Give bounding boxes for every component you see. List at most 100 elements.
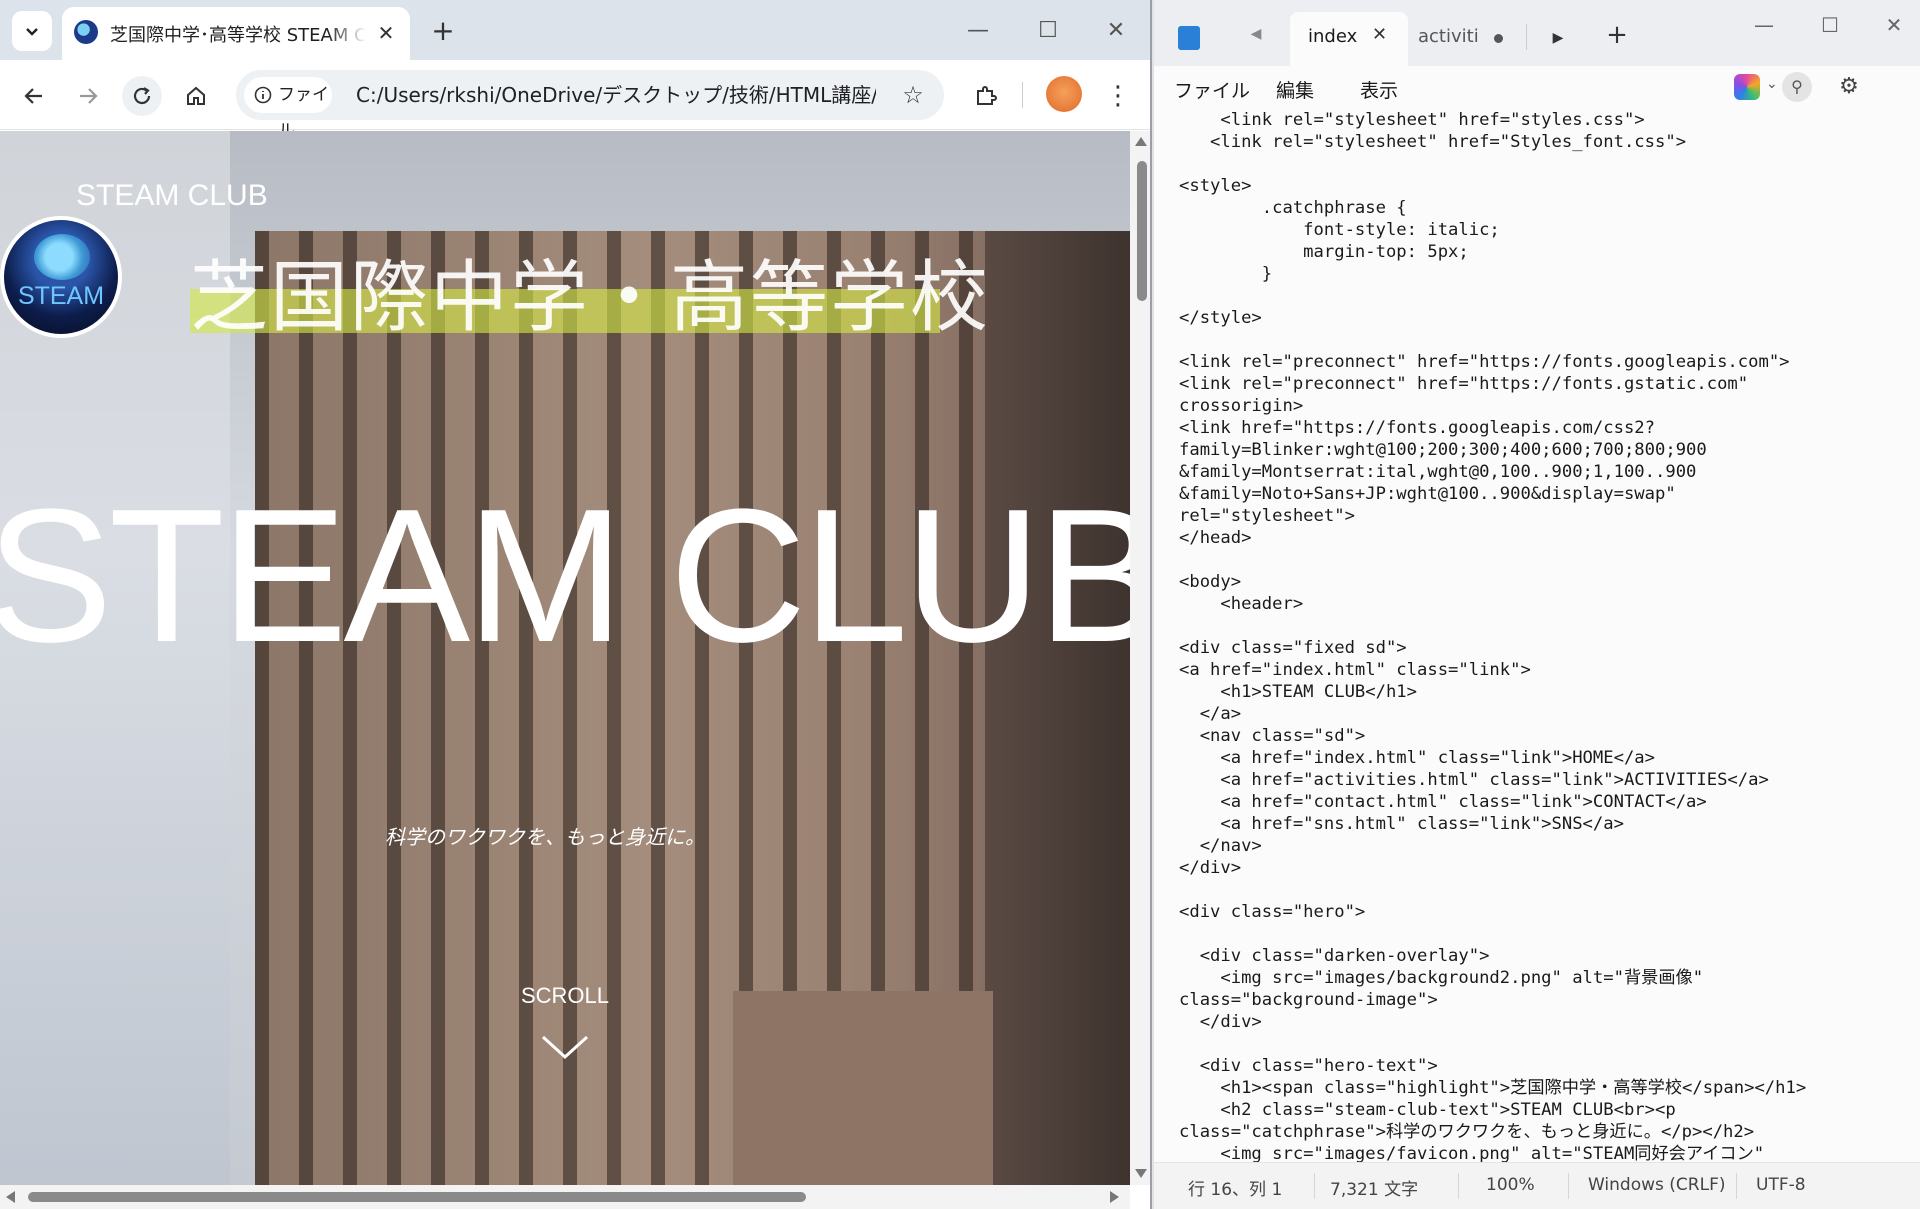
extensions-button[interactable] — [966, 76, 1006, 116]
code-line: <link rel="preconnect" href="https://fon… — [1179, 374, 1749, 394]
code-line: <div class="hero-text"> — [1179, 1056, 1438, 1076]
notepad-app-icon — [1178, 26, 1200, 50]
code-line: } — [1179, 264, 1273, 284]
tab-list-button[interactable] — [12, 11, 52, 51]
browser-window: 芝国際中学･高等学校 STEAM C ✕ + — ☐ ✕ ファイル C:/Use… — [0, 0, 1152, 1209]
vertical-scrollbar[interactable] — [1130, 131, 1150, 1185]
minimize-button[interactable]: — — [958, 14, 998, 48]
line-ending[interactable]: Windows (CRLF) — [1588, 1175, 1726, 1195]
horizontal-scrollbar[interactable] — [0, 1185, 1130, 1209]
tab-scroll-left-icon[interactable]: ◀ — [1244, 22, 1268, 46]
scroll-label[interactable]: SCROLL — [515, 983, 615, 1013]
code-line: <h2 class="steam-club-text">STEAM CLUB<b… — [1179, 1100, 1676, 1120]
code-text[interactable]: <link rel="stylesheet" href="styles.css"… — [1179, 112, 1919, 1162]
profile-avatar[interactable] — [1046, 76, 1082, 112]
code-line: </style> — [1179, 308, 1262, 328]
browser-tab-title: 芝国際中学･高等学校 STEAM C — [110, 25, 366, 46]
code-line: </div> — [1179, 858, 1242, 878]
close-tab-icon[interactable]: ✕ — [372, 19, 400, 47]
tab-divider — [1526, 24, 1527, 50]
close-icon[interactable]: ✕ — [1372, 24, 1387, 45]
maximize-button[interactable]: ☐ — [1810, 10, 1850, 40]
code-line: rel="stylesheet"> — [1179, 506, 1355, 526]
code-line: <a href="index.html" class="link">HOME</… — [1179, 748, 1655, 768]
notepad-tab-index[interactable]: index ✕ — [1290, 12, 1408, 66]
address-bar[interactable]: ファイル C:/Users/rkshi/OneDrive/デスクトップ/技術/H… — [236, 70, 944, 141]
copilot-icon[interactable] — [1734, 74, 1760, 100]
horizontal-scroll-thumb[interactable] — [28, 1192, 806, 1202]
back-button[interactable] — [14, 76, 54, 116]
url-text[interactable]: C:/Users/rkshi/OneDrive/デスクトップ/技術/HTML講座… — [356, 70, 876, 120]
code-line: </a> — [1179, 704, 1242, 724]
new-tab-button[interactable]: + — [1602, 20, 1632, 50]
code-line: class="background-image"> — [1179, 990, 1438, 1010]
maximize-button[interactable]: ☐ — [1028, 14, 1068, 48]
home-button[interactable] — [176, 76, 216, 116]
scroll-up-arrow-icon[interactable] — [1135, 137, 1147, 146]
reload-icon — [133, 87, 151, 105]
zoom-level[interactable]: 100% — [1486, 1175, 1535, 1195]
bookmark-star-icon[interactable]: ☆ — [896, 78, 930, 112]
site-info-chip[interactable]: ファイル — [244, 77, 332, 141]
code-line: <a href="activities.html" class="link">A… — [1179, 770, 1769, 790]
code-line: &family=Montserrat:ital,wght@0,100..900;… — [1179, 462, 1697, 482]
globe-icon — [34, 234, 90, 280]
home-icon — [187, 86, 205, 105]
status-divider — [1458, 1173, 1459, 1199]
code-line: <link href="https://fonts.googleapis.com… — [1179, 418, 1655, 438]
menu-edit[interactable]: 編集 — [1276, 76, 1314, 103]
browser-menu-button[interactable]: ⋮ — [1098, 76, 1138, 116]
scroll-left-arrow-icon[interactable] — [6, 1191, 15, 1203]
chevron-down-icon[interactable]: ⌄ — [1766, 76, 1778, 92]
building-right-face — [985, 231, 1130, 1185]
scroll-right-arrow-icon[interactable] — [1110, 1191, 1119, 1203]
code-line: class="catchphrase">科学のワクワクを、もっと身近に。</p>… — [1179, 1122, 1755, 1142]
code-editor[interactable]: <link rel="stylesheet" href="styles.css"… — [1154, 112, 1920, 1162]
reload-button[interactable] — [122, 76, 162, 116]
encoding[interactable]: UTF-8 — [1756, 1175, 1806, 1195]
menu-view[interactable]: 表示 — [1360, 76, 1398, 103]
code-line: <header> — [1179, 594, 1304, 614]
minimize-button[interactable]: — — [1744, 10, 1784, 40]
close-window-button[interactable]: ✕ — [1874, 10, 1914, 40]
code-line: <img src="images/background2.png" alt="背… — [1179, 968, 1704, 988]
scroll-down-arrow-icon[interactable] — [1135, 1169, 1147, 1178]
site-brand-link[interactable]: STEAM CLUB — [76, 179, 336, 219]
browser-tab-strip: 芝国際中学･高等学校 STEAM C ✕ + — ☐ ✕ — [0, 0, 1150, 60]
vertical-scroll-thumb[interactable] — [1137, 161, 1147, 301]
building-lower-block — [733, 991, 993, 1185]
code-line: <a href="sns.html" class="link">SNS</a> — [1179, 814, 1624, 834]
school-name-heading: 芝国際中学・高等学校 — [190, 253, 991, 343]
code-line: <nav class="sd"> — [1179, 726, 1366, 746]
back-arrow-icon — [24, 88, 42, 104]
code-line: <div class="hero"> — [1179, 902, 1366, 922]
close-window-button[interactable]: ✕ — [1096, 14, 1136, 48]
extensions-puzzle-icon — [977, 86, 997, 105]
notepad-tab-label: activiti — [1418, 26, 1479, 47]
code-line: <link rel="preconnect" href="https://fon… — [1179, 352, 1790, 372]
tab-scroll-right-icon[interactable]: ▶ — [1546, 26, 1570, 50]
gear-icon[interactable]: ⚙ — [1834, 72, 1864, 102]
account-icon[interactable]: ⚲ — [1782, 72, 1812, 102]
code-line: <link rel="stylesheet" href="Styles_font… — [1179, 132, 1687, 152]
status-divider — [1736, 1173, 1737, 1199]
chevron-down-icon[interactable] — [537, 1027, 593, 1067]
code-line: crossorigin> — [1179, 396, 1304, 416]
code-line: <style> — [1179, 176, 1252, 196]
new-tab-button[interactable]: + — [426, 14, 460, 48]
code-line: </div> — [1179, 1012, 1262, 1032]
browser-tab-active[interactable]: 芝国際中学･高等学校 STEAM C ✕ — [62, 7, 410, 60]
forward-button[interactable] — [68, 76, 108, 116]
menu-file[interactable]: ファイル — [1174, 76, 1250, 103]
char-count: 7,321 文字 — [1330, 1180, 1419, 1200]
kebab-menu-icon: ⋮ — [1105, 81, 1131, 111]
club-logo: STEAM — [0, 216, 122, 338]
notepad-tab-activities[interactable]: activiti — [1418, 26, 1518, 54]
toolbar-divider — [1022, 82, 1023, 108]
notepad-window: ◀ index ✕ activiti ▶ + — ☐ ✕ ファイル 編集 表示 … — [1154, 0, 1920, 1209]
browser-toolbar: ファイル C:/Users/rkshi/OneDrive/デスクトップ/技術/H… — [0, 60, 1150, 141]
code-line: <link rel="stylesheet" href="styles.css"… — [1179, 112, 1645, 130]
club-logo-text: STEAM — [17, 282, 105, 310]
chevron-down-icon — [26, 28, 38, 36]
code-line: <h1><span class="highlight">芝国際中学・高等学校</… — [1179, 1078, 1807, 1098]
